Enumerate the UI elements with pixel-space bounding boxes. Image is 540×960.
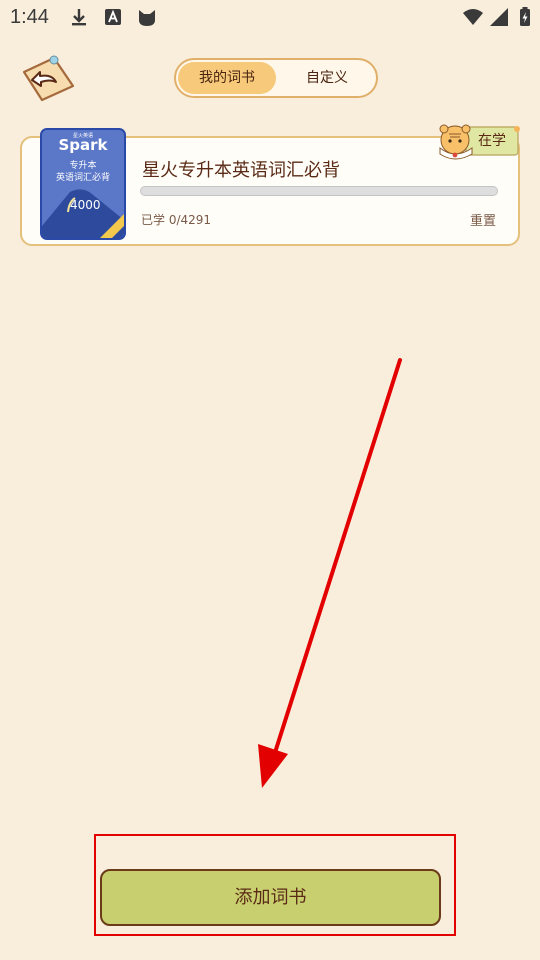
- status-time: 1:44: [10, 6, 49, 28]
- cover-number: 4000: [70, 198, 101, 212]
- book-card[interactable]: 星火英语 Spark 专升本 英语词汇必背 4000 星火专升本英语词汇必背 已…: [20, 124, 520, 246]
- status-bar: 1:44: [0, 0, 540, 36]
- cat-app-icon: [139, 10, 155, 26]
- book-title: 星火专升本英语词汇必背: [142, 160, 340, 181]
- progress-bar: [140, 186, 498, 196]
- badge-label: 在学: [478, 133, 506, 149]
- cover-line2: 英语词汇必背: [55, 173, 110, 183]
- studying-badge: 在学: [436, 124, 522, 160]
- learned-count: 已学 0/4291: [141, 213, 212, 227]
- download-icon: [72, 9, 86, 26]
- book-tab-switcher: 我的词书 自定义: [174, 58, 378, 98]
- signal-icon: [490, 8, 508, 26]
- tab-my-books[interactable]: 我的词书: [178, 62, 276, 94]
- back-button[interactable]: [18, 52, 76, 104]
- cover-brand: Spark: [58, 136, 108, 154]
- app-a-icon: [105, 9, 121, 25]
- add-book-button[interactable]: 添加词书: [100, 869, 441, 926]
- tab-custom[interactable]: 自定义: [278, 62, 376, 94]
- wifi-icon: [463, 9, 483, 25]
- reset-button[interactable]: 重置: [470, 210, 496, 229]
- book-cover: 星火英语 Spark 专升本 英语词汇必背 4000: [40, 128, 126, 240]
- battery-charging-icon: [520, 7, 530, 26]
